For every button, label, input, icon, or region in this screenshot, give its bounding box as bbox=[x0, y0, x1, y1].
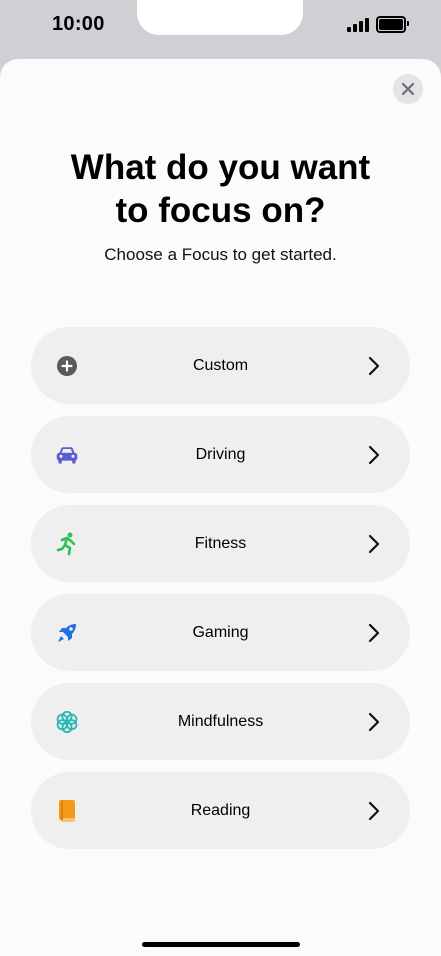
chevron-right-icon bbox=[368, 712, 380, 732]
cellular-signal-icon bbox=[347, 17, 369, 32]
status-time: 10:00 bbox=[52, 13, 105, 35]
chevron-right-icon bbox=[368, 801, 380, 821]
notch bbox=[137, 0, 303, 35]
focus-option-fitness[interactable]: Fitness bbox=[31, 505, 410, 582]
page-subtitle: Choose a Focus to get started. bbox=[104, 245, 337, 264]
focus-option-label: Gaming bbox=[192, 624, 249, 641]
chevron-right-icon bbox=[368, 356, 380, 376]
focus-option-label: Custom bbox=[192, 357, 249, 374]
close-button[interactable] bbox=[393, 74, 423, 104]
focus-option-label: Driving bbox=[195, 446, 246, 463]
focus-option-label: Mindfulness bbox=[177, 713, 264, 730]
chevron-right-icon bbox=[368, 445, 380, 465]
focus-option-reading[interactable]: Reading bbox=[31, 772, 410, 849]
status-bar: 10:00 bbox=[0, 0, 441, 56]
title-line-1: What do you want bbox=[70, 148, 371, 187]
focus-option-label: Reading bbox=[190, 802, 251, 819]
home-indicator[interactable] bbox=[142, 942, 300, 947]
focus-option-gaming[interactable]: Gaming bbox=[31, 594, 410, 671]
page-title: What do you want to focus on? bbox=[0, 146, 441, 232]
chevron-right-icon bbox=[368, 623, 380, 643]
focus-list: Custom Driving Fitness Gaming Mindfulnes… bbox=[31, 327, 410, 861]
chevron-right-icon bbox=[368, 534, 380, 554]
close-icon bbox=[402, 83, 414, 95]
focus-option-label: Fitness bbox=[194, 535, 247, 552]
status-icons bbox=[347, 16, 409, 33]
title-line-2: to focus on? bbox=[115, 191, 326, 230]
focus-option-custom[interactable]: Custom bbox=[31, 327, 410, 404]
focus-option-mindfulness[interactable]: Mindfulness bbox=[31, 683, 410, 760]
battery-icon bbox=[376, 16, 409, 33]
focus-option-driving[interactable]: Driving bbox=[31, 416, 410, 493]
